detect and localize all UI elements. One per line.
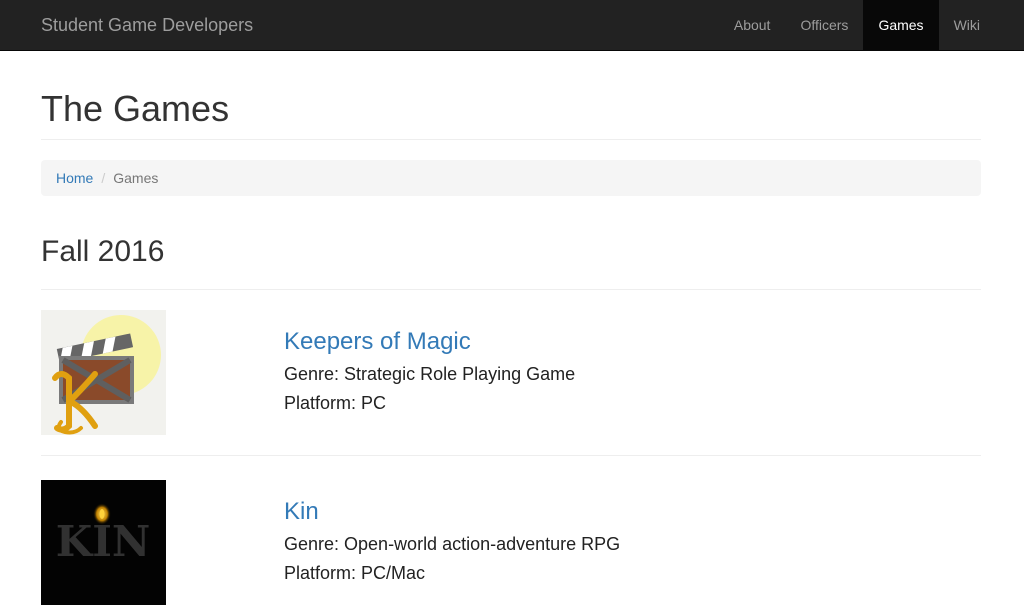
genre-value: Open-world action-adventure RPG	[344, 534, 621, 554]
nav-item-about[interactable]: About	[719, 0, 786, 50]
game-platform: Platform: PC	[284, 389, 575, 418]
breadcrumb-current: Games	[113, 170, 159, 186]
platform-value: PC	[361, 393, 387, 413]
game-entry-kin: KIN Kin Genre: Open-world action-adventur…	[41, 480, 981, 605]
kin-logo[interactable]: KIN	[41, 480, 166, 605]
page-title: The Games	[41, 88, 230, 129]
game-title-link[interactable]: Keepers of Magic	[284, 328, 575, 356]
keepers-of-magic-logo[interactable]	[41, 310, 166, 435]
genre-label: Genre:	[284, 364, 340, 384]
nav-item-games[interactable]: Games	[863, 0, 939, 50]
breadcrumb-separator: /	[101, 170, 106, 186]
game-genre: Genre: Open-world action-adventure RPG	[284, 530, 620, 559]
platform-label: Platform:	[284, 393, 357, 413]
top-navbar: Student Game Developers About Officers G…	[0, 0, 1024, 51]
genre-label: Genre:	[284, 534, 340, 554]
platform-label: Platform:	[284, 563, 357, 583]
game-info: Kin Genre: Open-world action-adventure RP…	[284, 498, 620, 588]
game-genre: Genre: Strategic Role Playing Game	[284, 360, 575, 389]
svg-text:KIN: KIN	[56, 517, 151, 566]
breadcrumb: Home / Games	[41, 160, 981, 196]
game-platform: Platform: PC/Mac	[284, 559, 620, 588]
nav-item-wiki[interactable]: Wiki	[939, 0, 995, 50]
section-divider	[41, 289, 981, 290]
game-divider	[41, 455, 981, 456]
breadcrumb-home-link[interactable]: Home	[56, 170, 93, 186]
brand-link[interactable]: Student Game Developers	[41, 15, 253, 36]
nav-item-officers[interactable]: Officers	[785, 0, 863, 50]
game-title-link[interactable]: Kin	[284, 498, 620, 526]
game-entry-keepers-of-magic: Keepers of Magic Genre: Strategic Role Pl…	[41, 310, 981, 435]
game-info: Keepers of Magic Genre: Strategic Role Pl…	[284, 328, 575, 418]
nav-menu: About Officers Games Wiki	[719, 0, 995, 50]
platform-value: PC/Mac	[361, 563, 426, 583]
title-divider	[41, 139, 981, 140]
genre-value: Strategic Role Playing Game	[344, 364, 576, 384]
section-title: Fall 2016	[41, 235, 165, 268]
